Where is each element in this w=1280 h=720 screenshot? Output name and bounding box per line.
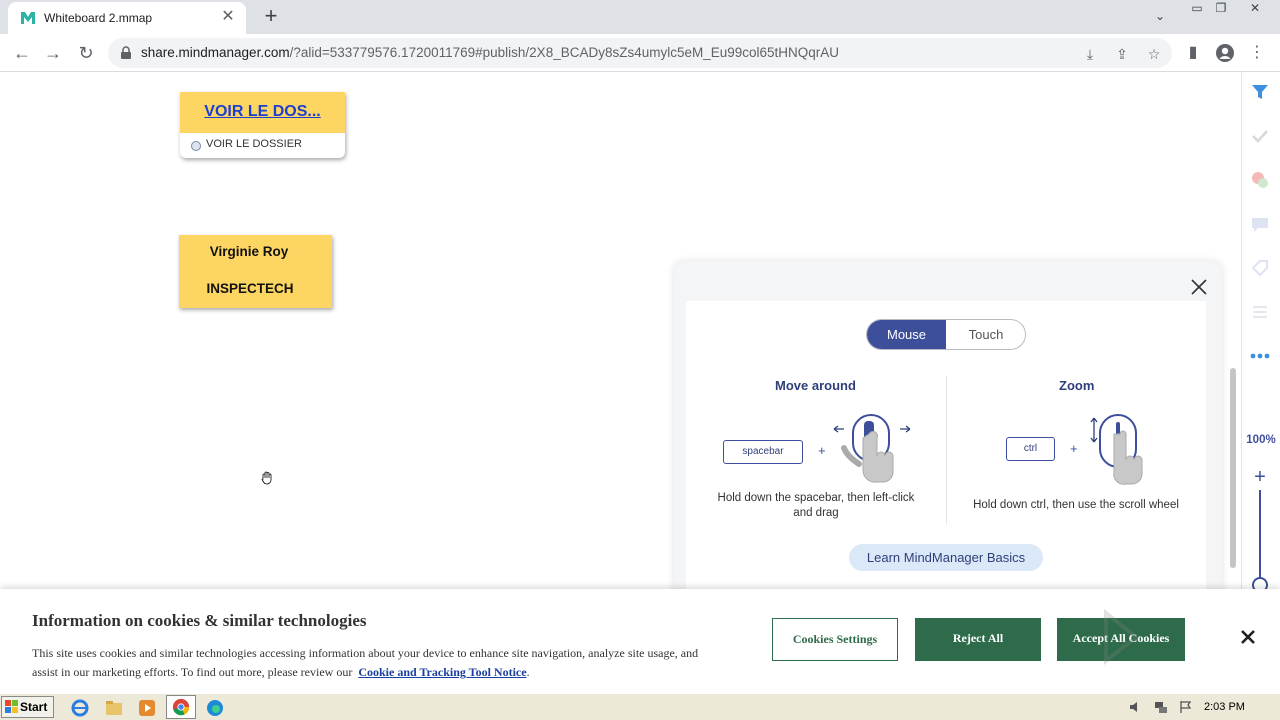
tab-search-chevron-icon[interactable]: ⌄ [1150,6,1170,26]
plus-sign: + [1070,441,1078,456]
mouse-scroll-icon [1090,414,1143,485]
zoom-title: Zoom [1059,378,1095,393]
subtopic-label: VOIR LE DOSSIER [206,138,302,150]
chrome-icon [172,698,190,716]
tab-title: Whiteboard 2.mmap [44,11,153,25]
filter-icon[interactable] [1250,82,1270,102]
list-icon[interactable] [1250,302,1270,322]
browser-menu-icon[interactable]: ⋮ [1244,40,1270,66]
clock: 2:03 PM [1204,701,1245,713]
move-around-description: Hold down the spacebar, then left-click … [717,492,915,519]
url-text: share.mindmanager.com/?alid=533779576.17… [141,45,839,60]
priority-icon[interactable] [1250,170,1270,190]
chrome-taskbar-button[interactable] [166,695,196,719]
restore-button[interactable]: ❐ [1208,0,1234,18]
tab-mouse[interactable]: Mouse [867,320,946,349]
zoom-description: Hold down ctrl, then use the scroll whee… [973,499,1179,511]
checkmark-icon[interactable] [1250,126,1270,146]
mindmanager-logo-icon [21,12,35,24]
minimize-button[interactable]: ▭ [1184,0,1210,18]
close-icon[interactable] [1238,627,1258,647]
comment-icon[interactable] [1250,214,1270,234]
plus-sign: + [818,443,826,458]
edge-icon[interactable] [205,698,225,718]
internet-explorer-icon[interactable] [70,698,90,718]
zoom-in-button[interactable]: + [1250,467,1270,488]
vertical-scrollbar[interactable] [1230,368,1236,568]
browser-tab-bar: Whiteboard 2.mmap ✕ + ⌄ ▭ ❐ ✕ [0,0,1280,34]
move-around-title: Move around [775,378,856,393]
window-close-button[interactable]: ✕ [1242,0,1268,18]
share-icon[interactable]: ⇪ [1112,44,1132,64]
accept-all-cookies-button[interactable]: Accept All Cookies [1057,618,1185,661]
install-icon[interactable]: ⤓ [1080,44,1100,64]
zoom-level: 100% [1246,434,1276,446]
lock-icon [121,46,131,59]
zoom-slider[interactable] [1259,490,1261,582]
start-label: Start [20,700,48,714]
topic-virginie-roy[interactable]: Virginie Roy INSPECTECH [179,235,332,308]
address-bar[interactable]: share.mindmanager.com/?alid=533779576.17… [108,38,1172,68]
link-globe-icon [191,141,201,151]
reject-all-button[interactable]: Reject All [915,618,1041,661]
browser-toolbar: ← → ↻ share.mindmanager.com/?alid=533779… [0,34,1280,72]
ctrl-key: ctrl [1006,437,1055,461]
reload-icon[interactable]: ↻ [73,40,99,66]
url-host: share.mindmanager.com [141,45,290,60]
subtopic[interactable]: VOIR LE DOSSIER [180,133,345,158]
media-player-icon[interactable] [137,698,157,718]
back-arrow-icon[interactable]: ← [9,40,35,66]
cookie-notice-link[interactable]: Cookie and Tracking Tool Notice [358,665,526,679]
spacebar-key: spacebar [723,440,803,464]
learn-basics-button[interactable]: Learn MindManager Basics [849,544,1043,571]
topic-link[interactable]: VOIR LE DOS... [180,103,345,121]
topic-voir-le-dossier[interactable]: VOIR LE DOS... VOIR LE DOSSIER [180,92,345,158]
side-panel-icon[interactable]: ▮ [1180,40,1206,66]
mouse-drag-icon [833,414,910,483]
close-icon[interactable] [1188,276,1210,298]
cookies-settings-button[interactable]: Cookies Settings [772,618,898,661]
windows-logo-icon [5,700,18,713]
cookie-title: Information on cookies & similar technol… [32,611,367,630]
profile-avatar-icon[interactable] [1212,40,1238,66]
input-mode-toggle: Mouse Touch [866,319,1026,350]
column-divider [946,376,947,524]
forward-arrow-icon[interactable]: → [40,40,66,66]
file-explorer-icon[interactable] [104,698,124,718]
cookie-body: This site uses cookies and similar techn… [32,646,699,679]
topic-header: VOIR LE DOS... [180,92,345,133]
tab-touch[interactable]: Touch [946,320,1025,349]
browser-tab[interactable]: Whiteboard 2.mmap ✕ [8,2,246,34]
topic-line-2: INSPECTECH [206,281,294,296]
tag-icon[interactable] [1250,258,1270,278]
tab-close-icon[interactable]: ✕ [218,7,238,27]
topic-line-1: Virginie Roy [209,244,289,259]
url-path: /?alid=533779576.1720011769#publish/2X8_… [289,45,840,60]
more-dots-icon[interactable] [1250,346,1270,366]
new-tab-button[interactable]: + [258,4,284,30]
taskbar: Start 2:03 PM [0,693,1280,720]
network-icon[interactable] [1153,699,1169,715]
cookie-banner: Information on cookies & similar technol… [0,589,1280,693]
flag-icon[interactable] [1178,699,1194,715]
volume-icon[interactable] [1128,699,1144,715]
bookmark-star-icon[interactable]: ☆ [1144,44,1164,64]
hand-cursor-icon [261,471,272,485]
start-button[interactable]: Start [1,696,54,718]
